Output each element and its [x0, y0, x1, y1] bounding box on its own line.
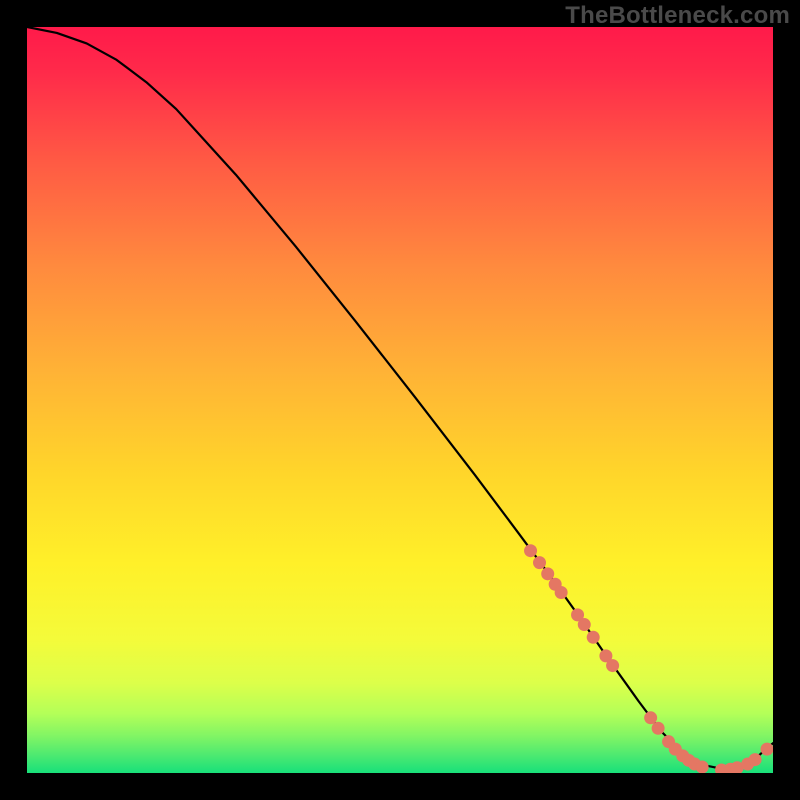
curve-marker	[578, 618, 591, 631]
curve-marker	[541, 567, 554, 580]
watermark-text: TheBottleneck.com	[565, 2, 790, 30]
curve-marker	[524, 544, 537, 557]
curve-marker	[644, 711, 657, 724]
curve-marker	[696, 761, 709, 773]
chart-stage: TheBottleneck.com	[0, 0, 800, 800]
curve-marker	[533, 556, 546, 569]
curve-marker	[749, 753, 762, 766]
chart-background	[27, 27, 773, 773]
curve-marker	[761, 743, 773, 756]
curve-marker	[606, 659, 619, 672]
chart-plot-area	[27, 27, 773, 773]
curve-marker	[652, 722, 665, 735]
curve-marker	[555, 586, 568, 599]
chart-svg	[27, 27, 773, 773]
curve-marker	[587, 631, 600, 644]
